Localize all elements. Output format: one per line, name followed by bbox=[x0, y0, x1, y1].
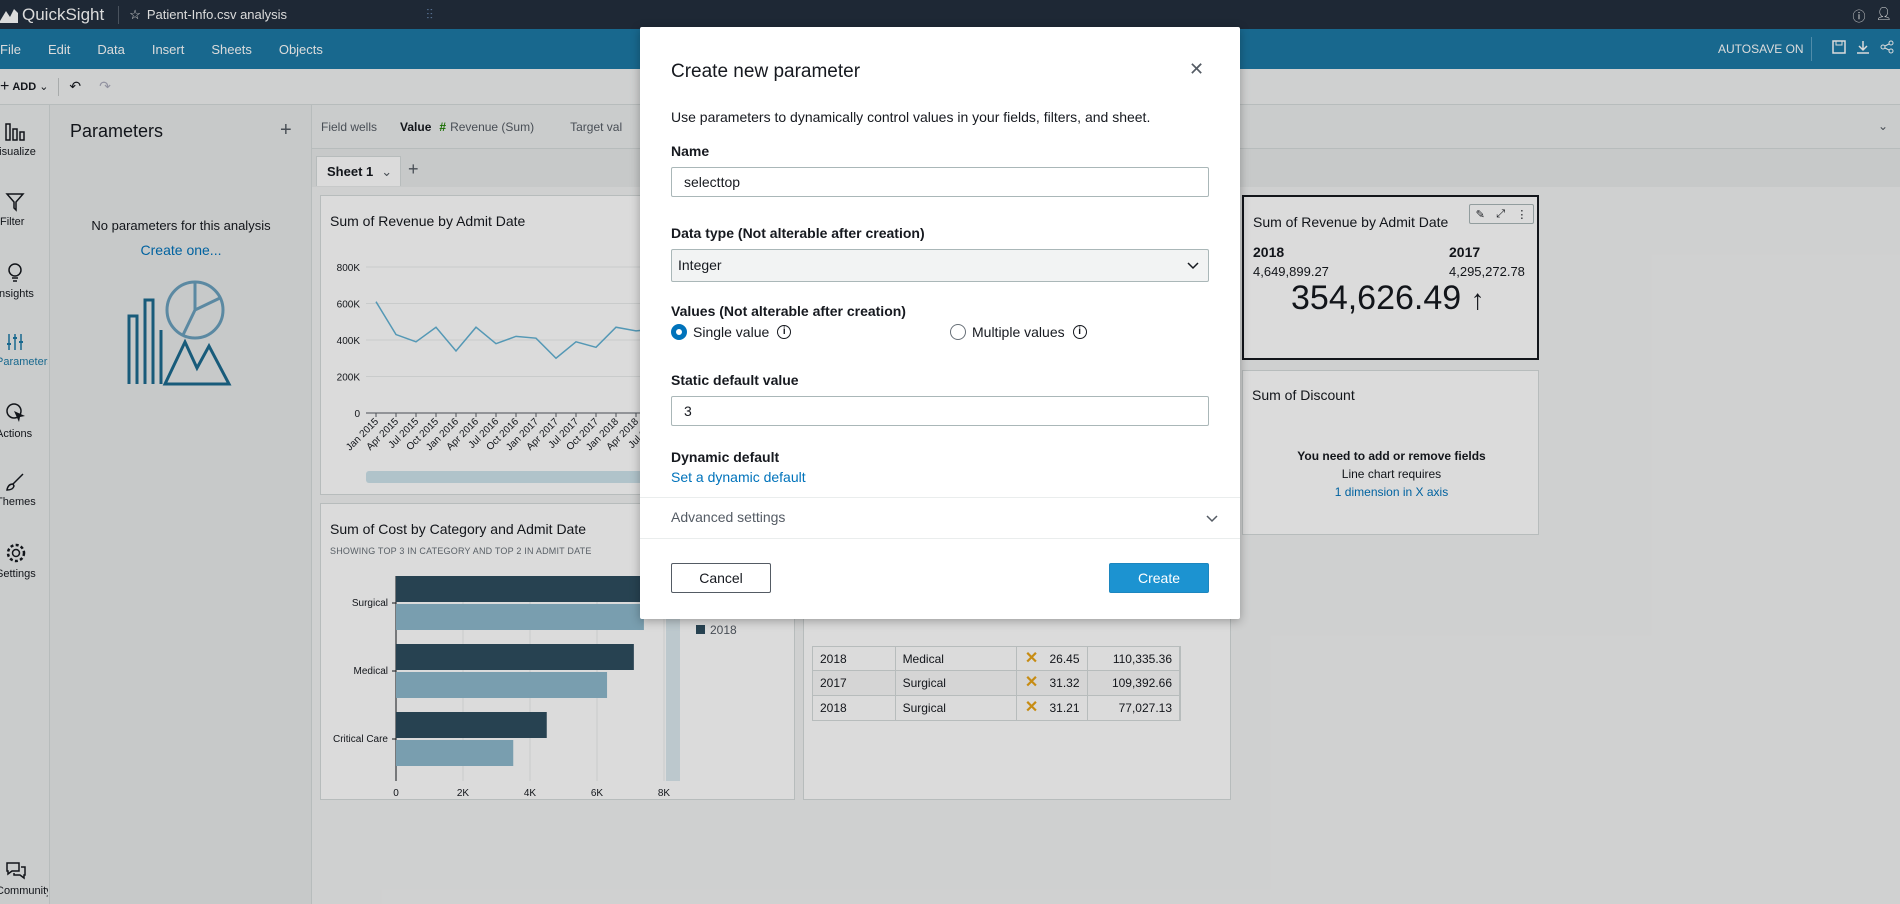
single-value-radio[interactable]: Single value i bbox=[671, 324, 792, 340]
dialog-description: Use parameters to dynamically control va… bbox=[671, 109, 1151, 125]
values-label: Values (Not alterable after creation) bbox=[671, 303, 906, 319]
cancel-button[interactable]: Cancel bbox=[671, 563, 771, 593]
datatype-label: Data type (Not alterable after creation) bbox=[671, 225, 925, 241]
dynamic-default-label: Dynamic default bbox=[671, 449, 780, 465]
radio-selected bbox=[671, 324, 687, 340]
multiple-values-radio[interactable]: Multiple values i bbox=[950, 324, 1087, 340]
set-dynamic-default-link[interactable]: Set a dynamic default bbox=[671, 469, 806, 485]
chevron-down-icon bbox=[1206, 515, 1218, 523]
chevron-down-icon bbox=[1187, 262, 1199, 270]
close-icon[interactable]: ✕ bbox=[1189, 59, 1204, 80]
dialog-title: Create new parameter bbox=[671, 61, 861, 82]
datatype-select[interactable]: Integer bbox=[671, 249, 1209, 282]
info-icon[interactable]: i bbox=[777, 325, 792, 339]
static-default-label: Static default value bbox=[671, 372, 799, 388]
radio-unselected bbox=[950, 324, 966, 340]
info-icon[interactable]: i bbox=[1072, 325, 1087, 339]
static-default-input[interactable]: 3 bbox=[671, 396, 1209, 426]
name-label: Name bbox=[671, 143, 710, 159]
create-button[interactable]: Create bbox=[1109, 563, 1209, 593]
advanced-settings-toggle[interactable]: Advanced settings bbox=[640, 497, 1240, 539]
name-input[interactable]: selecttop bbox=[671, 167, 1209, 197]
advanced-settings-label: Advanced settings bbox=[671, 509, 786, 525]
create-parameter-dialog: Create new parameter ✕ Use parameters to… bbox=[640, 27, 1240, 619]
